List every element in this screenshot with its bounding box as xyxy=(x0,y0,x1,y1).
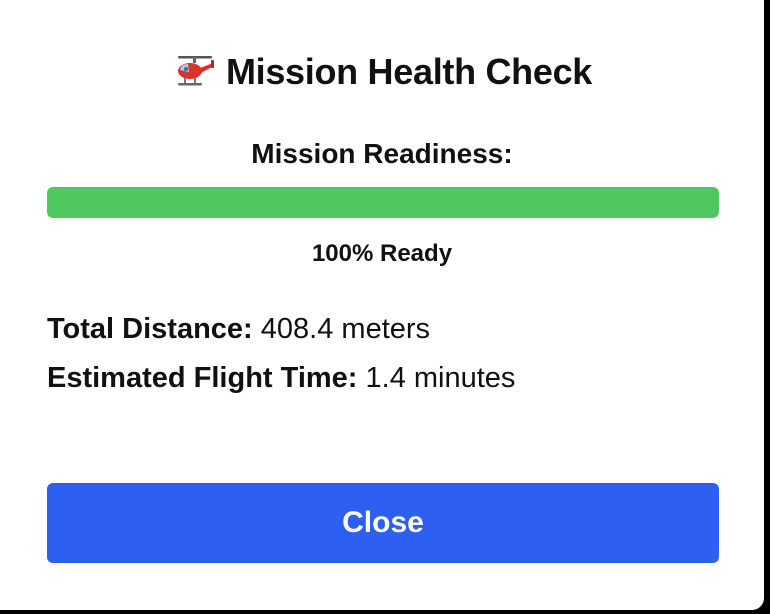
helicopter-icon xyxy=(172,52,216,92)
total-distance-value: 408.4 meters xyxy=(260,313,431,345)
readiness-label: Mission Readiness: xyxy=(251,138,513,169)
mission-health-dialog: Mission Health Check Mission Readiness: … xyxy=(0,0,764,610)
title-row: Mission Health Check xyxy=(0,48,764,96)
flight-time-row: Estimated Flight Time: 1.4 minutes xyxy=(47,362,515,395)
flight-time-value: 1.4 minutes xyxy=(365,362,516,394)
total-distance-label: Total Distance: xyxy=(47,313,261,345)
readiness-progress-fill xyxy=(47,187,719,218)
close-button[interactable]: Close xyxy=(47,483,719,563)
total-distance-row: Total Distance: 408.4 meters xyxy=(47,313,430,346)
readiness-progress-bar xyxy=(47,187,719,218)
flight-time-label: Estimated Flight Time: xyxy=(47,362,366,394)
readiness-status-text: 100% Ready xyxy=(311,240,453,267)
dialog-title: Mission Health Check xyxy=(225,51,593,92)
